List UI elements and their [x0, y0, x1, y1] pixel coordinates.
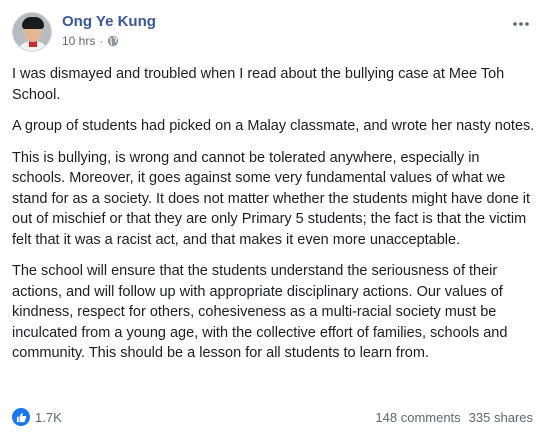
more-options-button[interactable] [509, 12, 533, 36]
reaction-count: 1.7K [35, 409, 62, 425]
engagement-stats: 148 comments 335 shares [375, 410, 533, 425]
post-paragraph: This is bullying, is wrong and cannot be… [12, 149, 530, 248]
shares-count-link[interactable]: 335 shares [469, 410, 533, 425]
post-paragraph: The school will ensure that the students… [12, 263, 508, 361]
avatar[interactable] [12, 12, 52, 52]
comments-count-link[interactable]: 148 comments [375, 410, 460, 425]
like-icon [12, 408, 30, 426]
facebook-post: Ong Ye Kung 10 hrs · I was dismayed and … [0, 0, 545, 436]
post-header: Ong Ye Kung 10 hrs · [12, 12, 533, 54]
post-footer: 1.7K 148 comments 335 shares [12, 408, 533, 428]
more-icon [513, 22, 529, 26]
post-meta: 10 hrs · [62, 34, 119, 48]
meta-separator: · [99, 34, 104, 48]
post-time[interactable]: 10 hrs [62, 34, 95, 48]
author-name[interactable]: Ong Ye Kung [62, 13, 156, 30]
post-paragraph: A group of students had picked on a Mala… [12, 118, 535, 134]
reactions-summary[interactable]: 1.7K [12, 408, 62, 426]
globe-icon [108, 35, 119, 47]
post-body: I was dismayed and troubled when I read … [12, 64, 536, 375]
post-paragraph: I was dismayed and troubled when I read … [12, 66, 505, 103]
